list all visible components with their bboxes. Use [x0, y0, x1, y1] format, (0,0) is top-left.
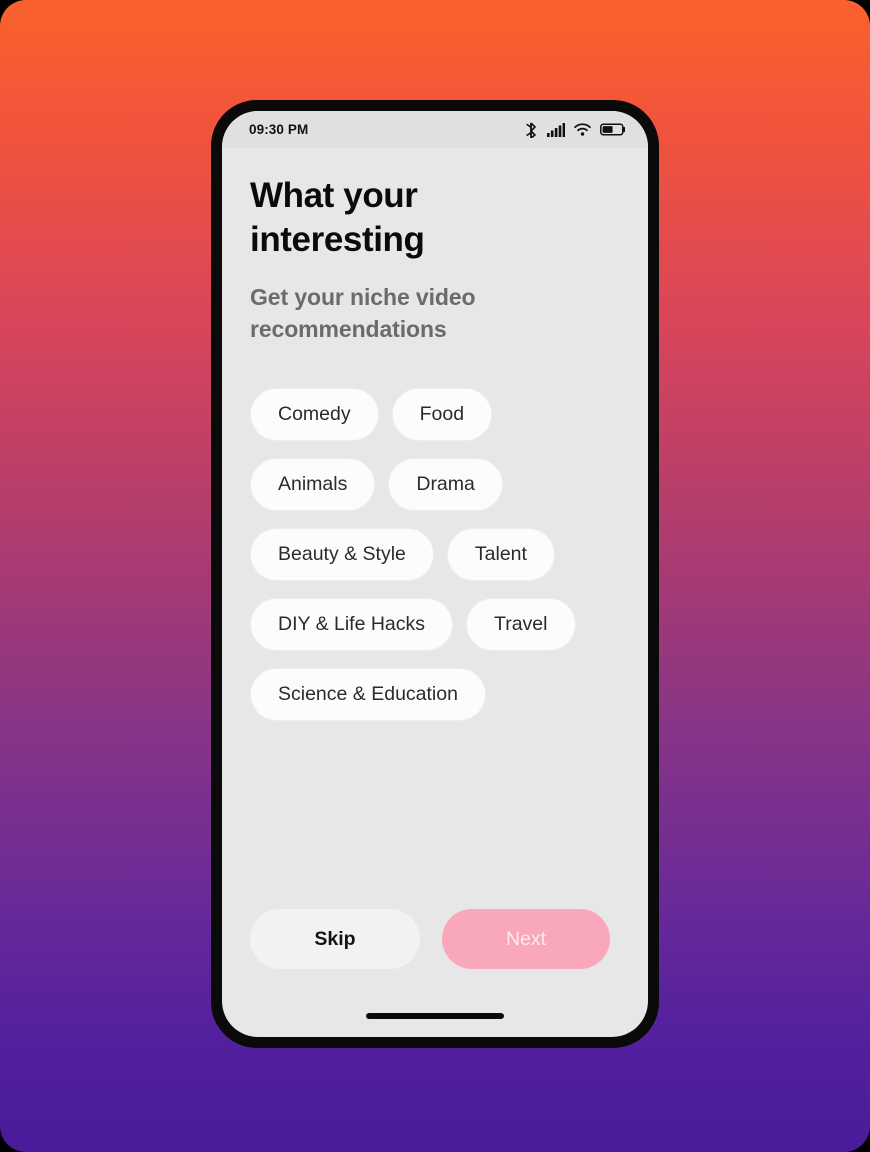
chip-animals[interactable]: Animals	[250, 457, 376, 511]
status-bar: 09:30 PM	[222, 111, 648, 148]
onboarding-content: What your interesting Get your niche vid…	[222, 148, 648, 1037]
interest-chip-list: Comedy Food Animals Drama Beauty & Style…	[250, 387, 620, 721]
skip-button[interactable]: Skip	[250, 909, 420, 969]
chip-talent[interactable]: Talent	[446, 527, 555, 581]
home-indicator[interactable]	[366, 1013, 504, 1019]
chip-travel[interactable]: Travel	[466, 597, 576, 651]
page-title: What your interesting	[250, 176, 425, 259]
status-bar-clock: 09:30 PM	[249, 122, 309, 137]
gradient-backdrop: 09:30 PM What your interesting Get your …	[0, 0, 870, 1152]
wifi-icon	[574, 123, 591, 136]
battery-icon	[600, 123, 626, 136]
action-bar: Skip Next	[250, 909, 620, 969]
bluetooth-icon	[524, 121, 538, 138]
phone-screen: 09:30 PM What your interesting Get your …	[222, 111, 648, 1037]
cellular-signal-icon	[547, 122, 565, 137]
status-bar-icons	[524, 121, 626, 138]
page-subtitle: Get your niche video recommendations	[250, 283, 476, 343]
chip-science-and-education[interactable]: Science & Education	[250, 667, 486, 721]
chip-drama[interactable]: Drama	[388, 457, 503, 511]
phone-frame: 09:30 PM What your interesting Get your …	[211, 100, 659, 1048]
next-button[interactable]: Next	[442, 909, 610, 969]
chip-beauty-and-style[interactable]: Beauty & Style	[250, 527, 434, 581]
chip-food[interactable]: Food	[391, 387, 493, 441]
chip-diy-and-life-hacks[interactable]: DIY & Life Hacks	[250, 597, 454, 651]
chip-comedy[interactable]: Comedy	[250, 387, 379, 441]
